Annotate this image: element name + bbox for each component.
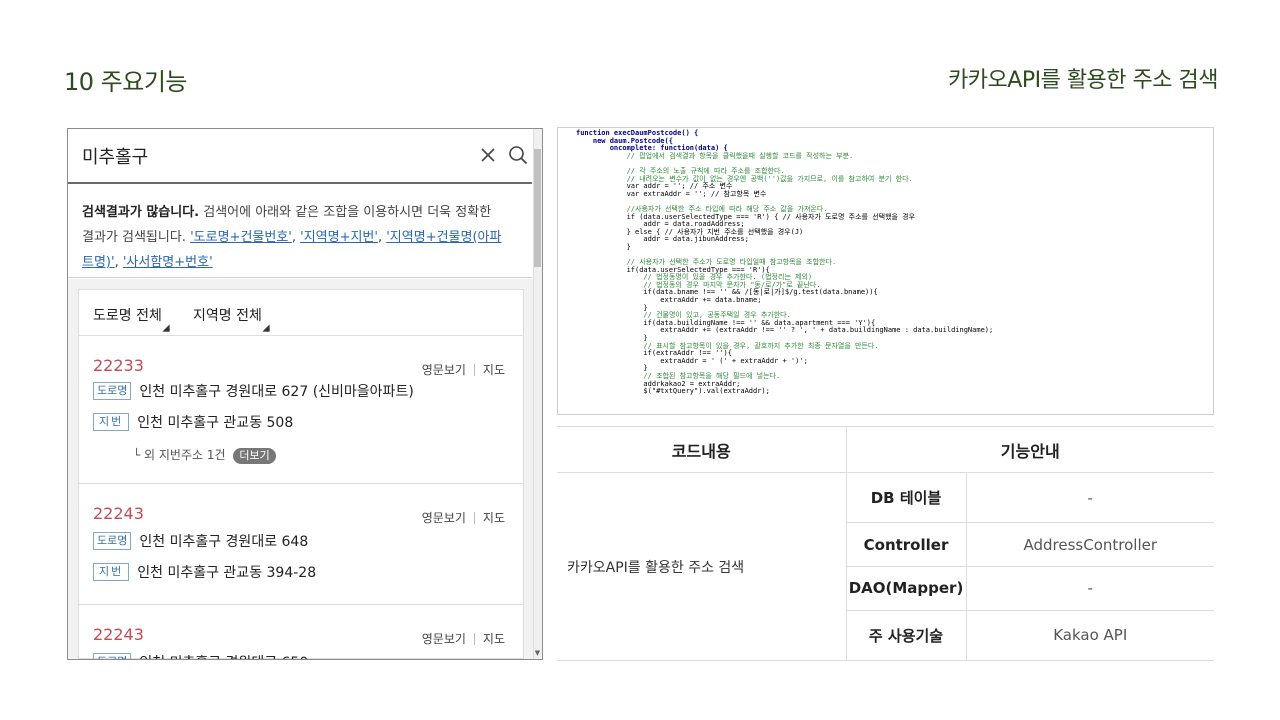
english-view-link[interactable]: 영문보기 [422,363,466,377]
row-value: Kakao API [966,610,1214,662]
filter-region-label: 지역명 전체 [193,308,262,324]
search-input[interactable]: 미추홀구 [82,143,148,169]
list-item[interactable]: 22233 영문보기 지도 도로명 인천 미추홀구 경원대로 627 (신비마을아… [79,337,523,484]
filter-road[interactable]: 도로명 전체 [93,305,170,332]
divider [473,364,475,376]
zip-code[interactable]: 22243 [93,625,144,644]
hint-link-pobox[interactable]: '사서함명+번호' [123,255,213,270]
slide-subtitle: 카카오API를 활용한 주소 검색 [948,68,1218,93]
jibun-tag: 지번 [93,413,130,431]
zip-code[interactable]: 22243 [93,504,144,523]
road-tag: 도로명 [93,532,132,550]
result-area: 도로명 전체 지역명 전체 22233 영문보기 지도 도로명 인천 미추홀구 경… [68,279,534,659]
jibun-address[interactable]: 인천 미추홀구 관교동 508 [137,412,293,432]
english-view-link[interactable]: 영문보기 [422,632,466,646]
more-button[interactable]: 더보기 [233,448,276,464]
code-line: extraAddr += data.bname; [576,296,762,305]
divider [473,633,475,645]
jibun-address[interactable]: 인천 미추홀구 관교동 394-28 [137,562,316,582]
search-notice: 검색결과가 많습니다. 검색어에 아래와 같은 조합을 이용하시면 더욱 정확한… [68,184,532,278]
item-actions: 영문보기 지도 [422,630,505,647]
road-address-row[interactable]: 도로명 인천 미추홀구 경원대로 650 [93,652,308,659]
code-line: extraAddr = ' (' + extraAddr + ')'; [576,356,808,365]
dropdown-triangle-icon [162,324,170,332]
row-label: DB 테이블 [845,472,967,524]
extra-jibun-row: └ 외 지번주소 1건 더보기 [133,446,276,464]
notice-bold: 검색결과가 많습니다. [82,205,200,220]
code-screenshot: function execDaumPostcode() { new daum.P… [557,127,1214,415]
code-line: extraAddr += (extraAddr !== '' ? ', ' + … [576,326,994,335]
search-icon[interactable] [508,145,528,165]
row-value: - [966,472,1214,524]
english-view-link[interactable]: 영문보기 [422,511,466,525]
map-link[interactable]: 지도 [483,632,505,646]
code-line: // 팝업에서 검색결과 항목을 클릭했을때 실행할 코드를 작성하는 부분. [576,151,854,160]
zip-code[interactable]: 22233 [93,356,144,375]
close-icon[interactable] [480,147,496,163]
list-item[interactable]: 22243 영문보기 지도 도로명 인천 미추홀구 경원대로 648 지번 인천 … [79,484,523,605]
row-value: AddressController [966,522,1214,567]
table-row: 카카오API를 활용한 주소 검색 DB 테이블 - [557,472,1214,661]
filter-row: 도로명 전체 지역명 전체 [79,290,523,336]
extra-jibun-text: └ 외 지번주소 1건 [133,448,226,462]
jibun-address-row[interactable]: 지번 인천 미추홀구 관교동 394-28 [93,562,316,582]
road-address[interactable]: 인천 미추홀구 경원대로 627 (신비마을아파트) [139,381,413,401]
road-address[interactable]: 인천 미추홀구 경원대로 648 [139,531,308,551]
road-address-row[interactable]: 도로명 인천 미추홀구 경원대로 648 [93,531,308,551]
road-address[interactable]: 인천 미추홀구 경원대로 650 [139,652,308,659]
hint-link-road[interactable]: '도로명+건물번호' [190,230,292,245]
road-tag: 도로명 [93,653,132,659]
code-line: var extraAddr = ''; // 참고항목 변수 [576,189,767,198]
scrollbar[interactable]: ▼ [533,129,542,659]
scrollbar-thumb[interactable] [534,149,541,267]
road-address-row[interactable]: 도로명 인천 미추홀구 경원대로 627 (신비마을아파트) [93,381,414,401]
filter-region[interactable]: 지역명 전체 [193,305,270,332]
road-tag: 도로명 [93,382,132,400]
result-list: 도로명 전체 지역명 전체 22233 영문보기 지도 도로명 인천 미추홀구 경… [78,289,524,659]
jibun-tag: 지번 [93,563,130,581]
item-actions: 영문보기 지도 [422,509,505,526]
divider [473,512,475,524]
info-table: 코드내용 기능안내 카카오API를 활용한 주소 검색 DB 테이블 - Con… [557,426,1214,662]
list-item[interactable]: 22243 영문보기 지도 도로명 인천 미추홀구 경원대로 650 [79,605,523,659]
slide-title: 10 주요기능 [64,68,188,96]
code-line: $("#txtQuery").val(extraAddr); [576,387,770,396]
row-value: - [966,566,1214,611]
scroll-down-icon[interactable]: ▼ [534,649,541,657]
map-link[interactable]: 지도 [483,511,505,525]
code-line: } [576,242,631,251]
table-header-row: 코드내용 기능안내 [557,426,1214,473]
address-search-widget: 미추홀구 검색결과가 많습니다. 검색어에 아래와 같은 조합을 이용하시면 더… [67,128,543,660]
filter-road-label: 도로명 전체 [93,308,162,324]
row-label: 주 사용기술 [845,610,967,662]
row-label: Controller [845,522,967,567]
item-actions: 영문보기 지도 [422,361,505,378]
map-link[interactable]: 지도 [483,363,505,377]
row-label: DAO(Mapper) [845,566,967,611]
code-description: 카카오API를 활용한 주소 검색 [557,472,846,661]
search-bar: 미추홀구 [68,129,532,184]
jibun-address-row[interactable]: 지번 인천 미추홀구 관교동 508 [93,412,293,432]
dropdown-triangle-icon [262,324,270,332]
code-line: addr = data.jibunAddress; [576,235,749,244]
header-code: 코드내용 [557,426,846,473]
hint-link-jibun[interactable]: '지역명+지번' [300,230,378,245]
header-feature: 기능안내 [845,426,1214,473]
